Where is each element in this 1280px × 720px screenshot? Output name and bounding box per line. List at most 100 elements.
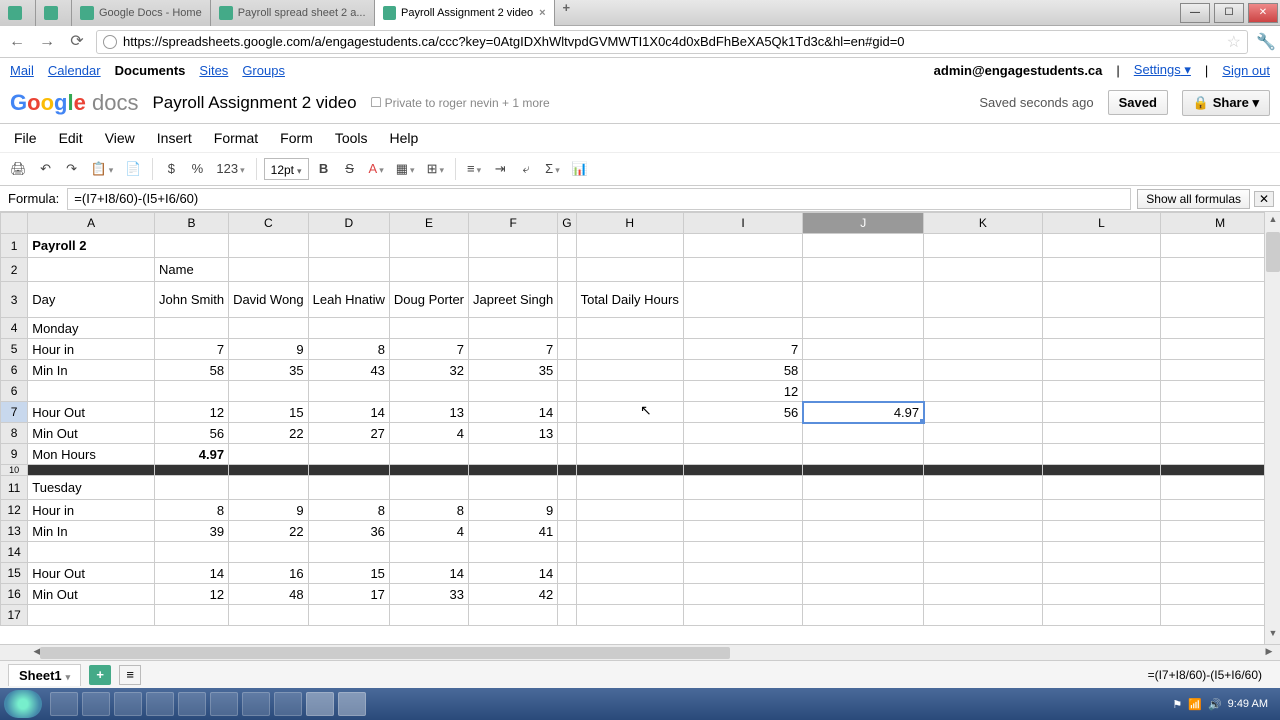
cell-F8[interactable]: 13 xyxy=(469,423,558,444)
cell-B9[interactable]: 4.97 xyxy=(155,444,229,465)
cell-M2[interactable] xyxy=(1161,258,1280,282)
calendar-link[interactable]: Calendar xyxy=(48,63,101,78)
cell-F16[interactable]: 42 xyxy=(469,584,558,605)
col-header-L[interactable]: L xyxy=(1042,213,1160,234)
row-header-17[interactable]: 17 xyxy=(1,605,28,626)
fill-handle[interactable] xyxy=(920,419,924,423)
cell-C9[interactable] xyxy=(229,444,309,465)
cell-I8[interactable] xyxy=(683,423,802,444)
cell-F5[interactable]: 7 xyxy=(469,339,558,360)
row-header-7[interactable]: 7 xyxy=(1,402,28,423)
reload-button[interactable]: ⟳ xyxy=(66,31,88,53)
browser-tab-4[interactable]: Payroll Assignment 2 video× xyxy=(375,0,555,26)
row-header-11[interactable]: 11 xyxy=(1,476,28,500)
cell-G14[interactable] xyxy=(558,542,576,563)
close-window-button[interactable]: ✕ xyxy=(1248,3,1278,23)
cell-E1[interactable] xyxy=(389,234,468,258)
cell-L8[interactable] xyxy=(1042,423,1160,444)
cell-H5[interactable] xyxy=(576,339,683,360)
row-header-10[interactable]: 10 xyxy=(1,465,28,476)
cell-A12[interactable]: Hour in xyxy=(28,500,155,521)
spreadsheet-area[interactable]: ABCDEFGHIJKLM1Payroll 22Name3DayJohn Smi… xyxy=(0,212,1280,644)
cell-K2[interactable] xyxy=(924,258,1043,282)
cell-H15[interactable] xyxy=(576,563,683,584)
menu-help[interactable]: Help xyxy=(380,126,429,150)
close-tab-icon[interactable]: × xyxy=(539,7,545,19)
cell-J13[interactable] xyxy=(803,521,924,542)
col-header-C[interactable]: C xyxy=(229,213,309,234)
cell-L16[interactable] xyxy=(1042,584,1160,605)
cell-F7[interactable]: 14 xyxy=(469,402,558,423)
row-header-12[interactable]: 12 xyxy=(1,500,28,521)
cell-H9[interactable] xyxy=(576,444,683,465)
cell-B5[interactable]: 7 xyxy=(155,339,229,360)
cell-J8[interactable] xyxy=(803,423,924,444)
scrollbar-thumb[interactable] xyxy=(1266,232,1280,272)
cell-E6[interactable] xyxy=(389,381,468,402)
undo-icon[interactable]: ↶ xyxy=(35,157,57,181)
cell-G6[interactable] xyxy=(558,360,576,381)
cell-C17[interactable] xyxy=(229,605,309,626)
cell-J5[interactable] xyxy=(803,339,924,360)
cell-G4[interactable] xyxy=(558,318,576,339)
cell-C6[interactable]: 35 xyxy=(229,360,309,381)
cell-L3[interactable] xyxy=(1042,282,1160,318)
cell-J6[interactable] xyxy=(803,360,924,381)
cell-A9[interactable]: Mon Hours xyxy=(28,444,155,465)
col-header-F[interactable]: F xyxy=(469,213,558,234)
col-header-A[interactable]: A xyxy=(28,213,155,234)
sites-link[interactable]: Sites xyxy=(199,63,228,78)
cell-J1[interactable] xyxy=(803,234,924,258)
cell-I6[interactable]: 12 xyxy=(683,381,802,402)
row-header-2[interactable]: 2 xyxy=(1,258,28,282)
cell-A15[interactable]: Hour Out xyxy=(28,563,155,584)
taskbar-app-icon[interactable] xyxy=(242,692,270,716)
show-all-formulas-button[interactable]: Show all formulas xyxy=(1137,189,1250,209)
cell-C12[interactable]: 9 xyxy=(229,500,309,521)
google-docs-logo[interactable]: Google docs xyxy=(10,90,138,116)
cell-A13[interactable]: Min In xyxy=(28,521,155,542)
cell-A11[interactable]: Tuesday xyxy=(28,476,155,500)
cell-C5[interactable]: 9 xyxy=(229,339,309,360)
cell-G17[interactable] xyxy=(558,605,576,626)
cell-L9[interactable] xyxy=(1042,444,1160,465)
forward-button[interactable]: → xyxy=(36,31,58,53)
cell-M11[interactable] xyxy=(1161,476,1280,500)
cell-C4[interactable] xyxy=(229,318,309,339)
cell-E17[interactable] xyxy=(389,605,468,626)
cell-K14[interactable] xyxy=(924,542,1043,563)
vertical-scrollbar[interactable]: ▲ ▼ xyxy=(1264,212,1280,644)
cell-I14[interactable] xyxy=(683,542,802,563)
cell-K1[interactable] xyxy=(924,234,1043,258)
cell-D16[interactable]: 17 xyxy=(308,584,389,605)
cell-D3[interactable]: Leah Hnatiw xyxy=(308,282,389,318)
cell-B3[interactable]: John Smith xyxy=(155,282,229,318)
cell-H6[interactable] xyxy=(576,381,683,402)
browser-tab-2[interactable]: Google Docs - Home xyxy=(72,0,211,26)
cell-C10[interactable] xyxy=(229,465,309,476)
cell-E8[interactable]: 4 xyxy=(389,423,468,444)
row-header-13[interactable]: 13 xyxy=(1,521,28,542)
cell-D4[interactable] xyxy=(308,318,389,339)
cell-A3[interactable]: Day xyxy=(28,282,155,318)
row-header-6[interactable]: 6 xyxy=(1,360,28,381)
cell-E12[interactable]: 8 xyxy=(389,500,468,521)
cell-K3[interactable] xyxy=(924,282,1043,318)
taskbar-app-icon[interactable] xyxy=(306,692,334,716)
close-formula-button[interactable]: ✕ xyxy=(1254,191,1274,207)
cell-M4[interactable] xyxy=(1161,318,1280,339)
cell-D7[interactable]: 14 xyxy=(308,402,389,423)
start-button[interactable] xyxy=(4,690,42,718)
percent-button[interactable]: % xyxy=(186,157,208,181)
menu-form[interactable]: Form xyxy=(270,126,323,150)
col-header-D[interactable]: D xyxy=(308,213,389,234)
cell-I10[interactable] xyxy=(683,465,802,476)
system-tray[interactable]: ⚑ 📶 🔊 9:49 AM xyxy=(1172,698,1276,711)
cell-E2[interactable] xyxy=(389,258,468,282)
cell-B13[interactable]: 39 xyxy=(155,521,229,542)
back-button[interactable]: ← xyxy=(6,31,28,53)
cell-F2[interactable] xyxy=(469,258,558,282)
cell-A6[interactable]: Min In xyxy=(28,360,155,381)
tray-flag-icon[interactable]: ⚑ xyxy=(1172,698,1182,711)
new-tab-button[interactable]: + xyxy=(555,0,579,26)
